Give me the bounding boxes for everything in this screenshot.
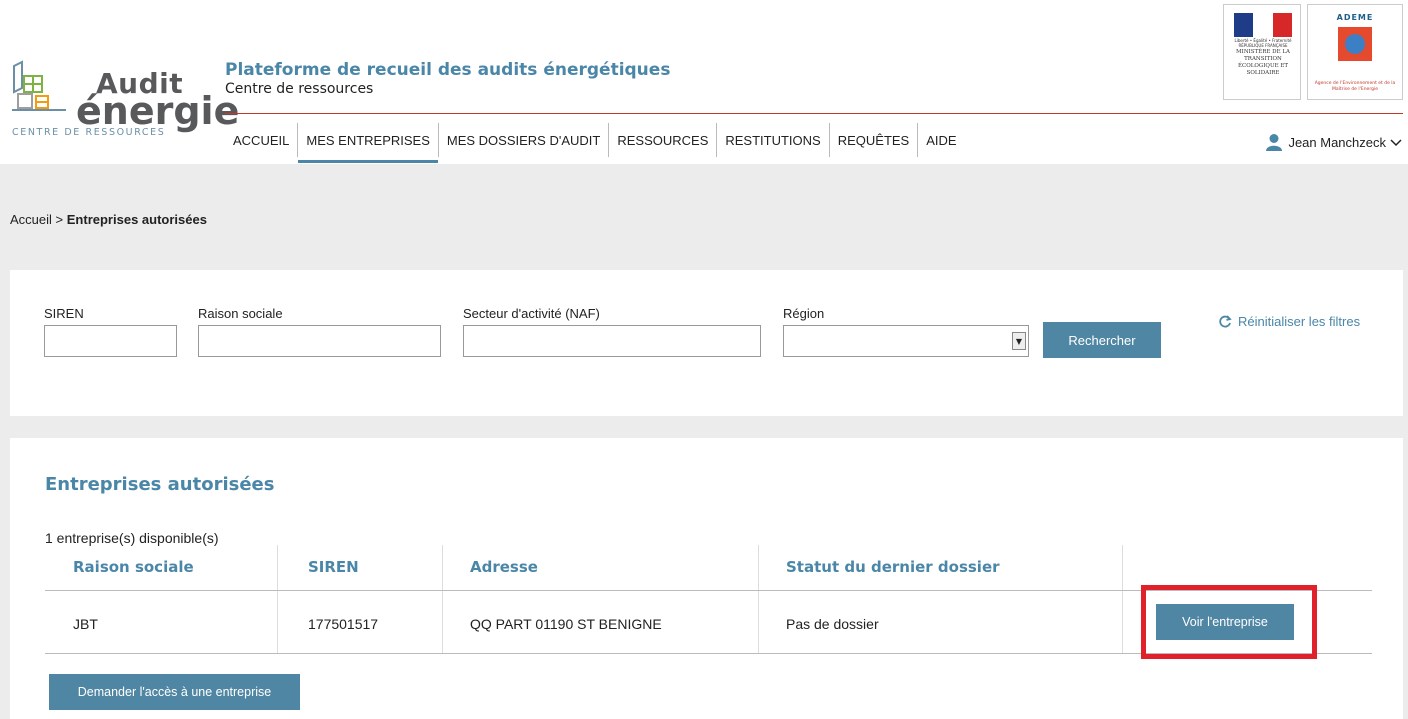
gov-motto: Liberté • Égalité • Fraternité RÉPUBLIQU… xyxy=(1234,38,1292,48)
results-panel: Entreprises autorisées 1 entreprise(s) d… xyxy=(10,438,1403,719)
raison-sociale-label: Raison sociale xyxy=(198,306,283,321)
secteur-input[interactable] xyxy=(463,325,761,357)
siren-label: SIREN xyxy=(44,306,84,321)
column-header-siren[interactable]: SIREN xyxy=(308,558,359,576)
page-header: Audit énergie CENTRE DE RESSOURCES Plate… xyxy=(0,0,1408,164)
logo-energie-text: énergie xyxy=(76,89,240,133)
column-separator xyxy=(442,545,443,653)
column-separator xyxy=(277,545,278,653)
section-title: Entreprises autorisées xyxy=(45,474,275,495)
column-separator xyxy=(758,545,759,653)
ademe-logo[interactable]: ADEME Agence de l'Environnement et de la… xyxy=(1307,4,1403,100)
platform-title: Plateforme de recueil des audits énergét… xyxy=(225,60,671,80)
dropdown-arrow-icon[interactable]: ▼ xyxy=(1012,332,1026,350)
ademe-globe-icon xyxy=(1338,27,1372,61)
ministere-logo[interactable]: Liberté • Égalité • Fraternité RÉPUBLIQU… xyxy=(1223,4,1301,100)
breadcrumb-current: Entreprises autorisées xyxy=(66,212,207,227)
reset-filters-label: Réinitialiser les filtres xyxy=(1238,314,1361,329)
gov-logo-text: MINISTÈRE DE LA TRANSITION ÉCOLOGIQUE ET… xyxy=(1236,49,1290,76)
nav-accueil[interactable]: ACCUEIL xyxy=(225,123,299,157)
column-header-statut[interactable]: Statut du dernier dossier xyxy=(786,558,1000,576)
audit-energie-logo[interactable]: Audit énergie CENTRE DE RESSOURCES xyxy=(8,52,239,144)
results-count: 1 entreprise(s) disponible(s) xyxy=(45,530,219,546)
cell-adresse: QQ PART 01190 ST BENIGNE xyxy=(470,616,662,632)
nav-restitutions[interactable]: RESTITUTIONS xyxy=(717,123,830,157)
nav-aide[interactable]: AIDE xyxy=(918,123,964,157)
request-access-button[interactable]: Demander l'accès à une entreprise xyxy=(49,674,300,710)
highlight-box xyxy=(1141,585,1317,659)
user-icon xyxy=(1266,134,1283,151)
ademe-title: ADEME xyxy=(1336,13,1374,22)
user-name: Jean Manchzeck xyxy=(1288,134,1386,150)
chevron-down-icon xyxy=(1390,139,1402,147)
cell-statut: Pas de dossier xyxy=(786,616,879,632)
main-nav: ACCUEIL MES ENTREPRISES MES DOSSIERS D'A… xyxy=(225,123,965,163)
search-button[interactable]: Rechercher xyxy=(1043,322,1161,358)
siren-input[interactable] xyxy=(44,325,177,357)
nav-requetes[interactable]: REQUÊTES xyxy=(830,123,919,157)
region-select[interactable]: ▼ xyxy=(783,325,1029,357)
nav-mes-entreprises[interactable]: MES ENTREPRISES xyxy=(298,123,439,163)
column-header-adresse[interactable]: Adresse xyxy=(470,558,538,576)
header-divider xyxy=(225,113,1403,114)
filters-panel: SIREN Raison sociale Secteur d'activité … xyxy=(10,270,1403,416)
user-menu[interactable]: Jean Manchzeck xyxy=(1265,133,1402,151)
logo-building-icon xyxy=(12,60,66,111)
platform-subtitle: Centre de ressources xyxy=(225,81,374,97)
raison-sociale-input[interactable] xyxy=(198,325,441,357)
ademe-text: Agence de l'Environnement et de la Maîtr… xyxy=(1314,81,1396,92)
cell-raison-sociale: JBT xyxy=(73,616,98,632)
nav-mes-dossiers[interactable]: MES DOSSIERS D'AUDIT xyxy=(439,123,610,157)
breadcrumb-home[interactable]: Accueil xyxy=(10,212,52,227)
breadcrumb: Accueil > Entreprises autorisées xyxy=(10,212,207,227)
breadcrumb-separator: > xyxy=(55,212,64,227)
french-flag-icon xyxy=(1234,13,1292,37)
main-content: Accueil > Entreprises autorisées SIREN R… xyxy=(0,164,1408,719)
region-label: Région xyxy=(783,306,825,321)
nav-ressources[interactable]: RESSOURCES xyxy=(609,123,718,157)
column-separator xyxy=(1122,545,1123,653)
refresh-icon xyxy=(1219,314,1232,327)
cell-siren: 177501517 xyxy=(308,616,379,632)
reset-filters-link[interactable]: Réinitialiser les filtres xyxy=(1218,314,1360,329)
secteur-label: Secteur d'activité (NAF) xyxy=(463,306,600,321)
column-header-raison-sociale[interactable]: Raison sociale xyxy=(73,558,194,576)
logo-subtitle: CENTRE DE RESSOURCES xyxy=(12,127,166,138)
